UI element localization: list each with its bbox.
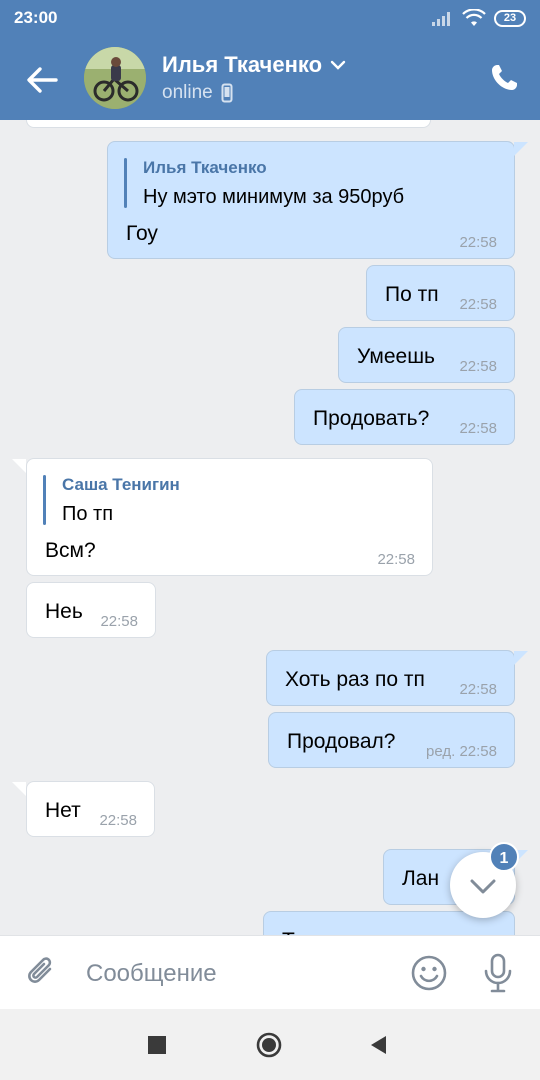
phone-icon[interactable] xyxy=(488,62,520,94)
message-text: Нет xyxy=(45,799,81,822)
message-bubble[interactable]: Продовал? ред. 22:58 xyxy=(268,712,515,768)
message-text: По тп xyxy=(385,283,439,306)
signal-icon xyxy=(432,12,450,26)
message-text: Продовать? xyxy=(313,407,430,430)
reply-author: Саша Тенигин xyxy=(62,475,180,494)
message-time: 22:58 xyxy=(459,681,497,698)
message-bubble[interactable]: Нет 22:58 xyxy=(26,781,155,837)
message-bubble[interactable]: Продовать? 22:58 xyxy=(294,389,515,445)
message-bubble[interactable]: Неь 22:58 xyxy=(26,582,156,638)
stop-icon[interactable] xyxy=(144,1032,170,1058)
message-bubble[interactable]: Илья Ткаченко Ну мэто минимум за 950руб … xyxy=(107,141,515,259)
message-time: 22:58 xyxy=(100,613,138,630)
message-time: ред. 22:58 xyxy=(426,743,497,760)
microphone-icon[interactable] xyxy=(482,952,514,994)
message-text: Гоу xyxy=(126,222,158,245)
message-list[interactable]: Илья Ткаченко Ну мэто минимум за 950руб … xyxy=(0,120,540,935)
bubble-tail xyxy=(12,782,26,796)
message-time: 22:58 xyxy=(459,358,497,375)
message-input[interactable] xyxy=(86,956,386,992)
reply-quote-bar xyxy=(43,475,46,525)
message-composer xyxy=(0,935,540,1009)
message-text: Всм? xyxy=(45,539,96,562)
message-time: 22:58 xyxy=(99,812,137,829)
chevron-down-icon xyxy=(330,60,346,70)
mobile-device-icon xyxy=(221,83,233,103)
chat-header: Илья Ткаченко online xyxy=(0,38,540,120)
message-time: 22:58 xyxy=(459,420,497,437)
contact-status-label: online xyxy=(162,82,213,103)
contact-status: online xyxy=(162,82,233,104)
contact-name[interactable]: Илья Ткаченко xyxy=(162,52,346,78)
back-triangle-icon[interactable] xyxy=(366,1032,392,1058)
message-text: Хоть раз по тп xyxy=(285,668,425,691)
arrow-left-icon[interactable] xyxy=(22,60,62,100)
message-bubble[interactable]: По тп 22:58 xyxy=(366,265,515,321)
avatar[interactable] xyxy=(84,47,146,109)
status-bar: 23:00 23 xyxy=(0,0,540,38)
wifi-icon xyxy=(462,9,486,26)
status-time: 23:00 xyxy=(14,8,58,27)
message-time: 22:58 xyxy=(459,234,497,251)
bubble-tail xyxy=(514,651,528,665)
message-text: Умеешь xyxy=(357,345,435,368)
message-text: Продовал? xyxy=(287,730,396,753)
smile-icon[interactable] xyxy=(410,954,448,992)
avatar-photo xyxy=(84,47,146,109)
reply-text: По тп xyxy=(62,503,114,525)
status-icons: 23 xyxy=(432,9,526,27)
battery-indicator: 23 xyxy=(494,9,526,27)
message-bubble[interactable]: Умеешь 22:58 xyxy=(338,327,515,383)
message-text: Лан xyxy=(402,867,440,890)
message-bubble-partial[interactable] xyxy=(26,120,431,128)
reply-author: Илья Ткаченко xyxy=(143,158,267,177)
contact-name-label: Илья Ткаченко xyxy=(162,52,323,77)
message-text: Неь xyxy=(45,600,83,623)
message-time: 22:58 xyxy=(459,296,497,313)
paperclip-icon[interactable] xyxy=(24,954,60,990)
system-navigation-bar xyxy=(0,1009,540,1080)
bubble-tail xyxy=(12,459,26,473)
message-bubble[interactable]: Хоть раз по тп 22:58 xyxy=(266,650,515,706)
reply-quote-bar xyxy=(124,158,127,208)
message-time: 22:58 xyxy=(377,551,415,568)
home-icon[interactable] xyxy=(256,1032,282,1058)
unread-count-badge: 1 xyxy=(489,842,519,872)
bubble-tail xyxy=(514,142,528,156)
reply-text: Ну мэто минимум за 950руб xyxy=(143,186,405,208)
message-bubble[interactable]: Саша Тенигин По тп Всм? 22:58 xyxy=(26,458,433,576)
